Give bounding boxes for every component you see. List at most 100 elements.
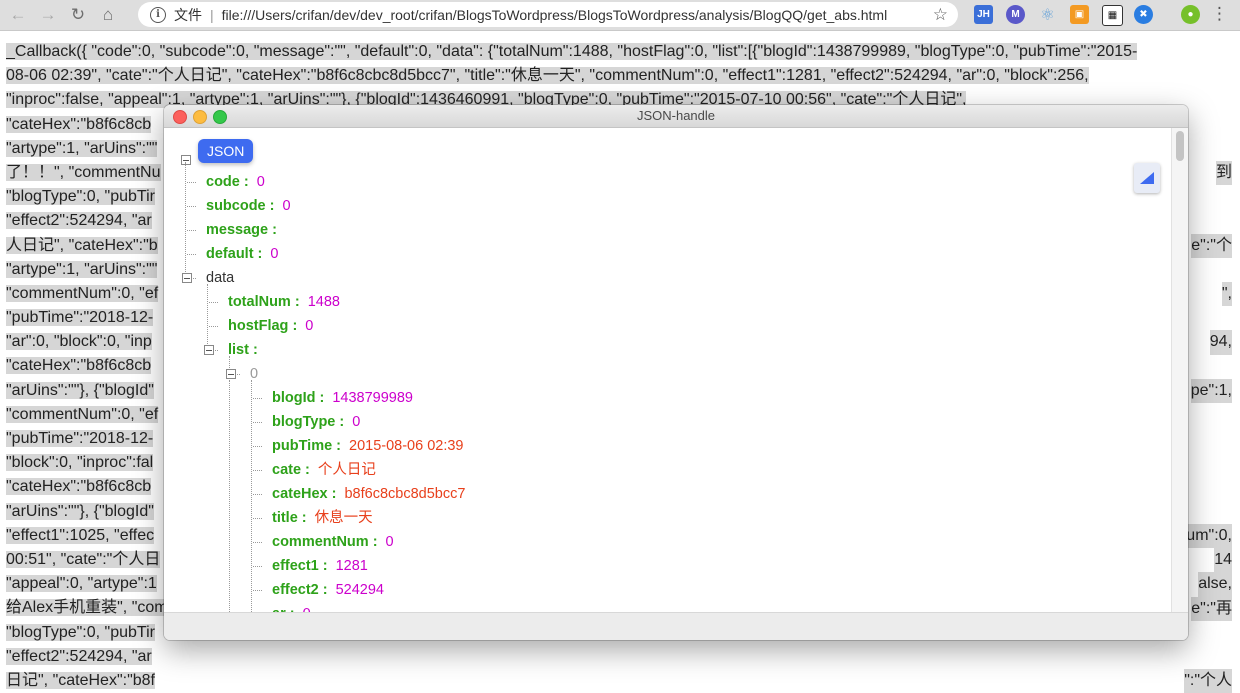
tree-row[interactable]: hostFlag : 0 — [228, 314, 313, 338]
info-icon[interactable]: i — [150, 6, 166, 23]
raw-line-tail: ":"个人 — [1184, 669, 1232, 693]
tree-key: 0 — [250, 366, 259, 382]
tree-guide-line — [253, 422, 262, 423]
tree-guide-line — [253, 446, 262, 447]
raw-line-tail: ", — [1221, 282, 1232, 307]
translate-icon[interactable]: ✖ — [1134, 5, 1153, 24]
tree-row[interactable]: 0 — [250, 362, 258, 386]
tree-value: 1488 — [307, 294, 340, 310]
tree-guide-line — [253, 566, 262, 567]
separator: | — [210, 6, 214, 23]
profile-avatar-icon[interactable]: ● — [1181, 5, 1200, 24]
tree-key: blogType : — [272, 414, 345, 430]
extension-m-icon[interactable]: M — [1006, 5, 1025, 24]
collapse-toggle-icon[interactable] — [226, 369, 236, 379]
tree-row[interactable]: effect1 : 1281 — [272, 554, 368, 578]
tree-value: 个人日记 — [317, 462, 376, 478]
scheme-label: 文件 — [174, 6, 202, 23]
collapse-toggle-icon[interactable] — [181, 155, 191, 165]
tree-value: 0 — [305, 318, 314, 334]
tree-row[interactable]: default : 0 — [206, 242, 278, 266]
bookmark-star-icon[interactable]: ☆ — [933, 5, 948, 25]
window-title: JSON-handle — [636, 108, 716, 123]
json-tree-view: JSON code : 0 subcode : 0 message : default :… — [164, 128, 1172, 613]
tree-row[interactable]: pubTime : 2015-08-06 02:39 — [272, 434, 464, 458]
tree-row[interactable]: subcode : 0 — [206, 194, 291, 218]
tree-row[interactable]: list : — [228, 338, 258, 362]
tree-row[interactable]: totalNum : 1488 — [228, 290, 340, 314]
tree-value: 0 — [385, 534, 394, 550]
tree-key: default : — [206, 246, 263, 262]
tree-value: 0 — [352, 414, 361, 430]
tree-key: hostFlag : — [228, 318, 298, 334]
raw-line-tail: 94, — [1209, 330, 1232, 355]
tree-row[interactable]: code : 0 — [206, 170, 265, 194]
raw-line-tail: pe":1, — [1190, 378, 1232, 403]
tree-guide-line — [251, 380, 252, 613]
tree-key: pubTime : — [272, 438, 342, 454]
collapse-toggle-icon[interactable] — [182, 273, 192, 283]
tree-value: 0 — [270, 246, 279, 262]
tree-guide-line — [187, 206, 196, 207]
tree-key: title : — [272, 510, 307, 526]
tree-value: 2015-08-06 02:39 — [349, 438, 464, 454]
tree-value: 524294 — [335, 582, 384, 598]
tree-guide-line — [187, 182, 196, 183]
tree-row[interactable]: cateHex : b8f6c8cbc8d5bcc7 — [272, 482, 465, 506]
tree-key: message : — [206, 222, 277, 238]
react-devtools-icon[interactable]: ⚛ — [1038, 5, 1057, 24]
tree-value: 0 — [282, 198, 291, 214]
tree-row[interactable]: title : 休息一天 — [272, 506, 373, 530]
tree-guide-line — [209, 326, 218, 327]
tree-guide-line — [187, 230, 196, 231]
raw-line: "effect2":524294, "ar — [6, 647, 152, 665]
tree-row[interactable]: data — [206, 266, 234, 290]
address-bar[interactable]: i 文件 | file:///Users/crifan/dev/dev_root… — [138, 2, 958, 27]
extension-x-icon[interactable]: ▣ — [1070, 5, 1089, 24]
json-root-node[interactable]: JSON — [198, 139, 254, 163]
json-handle-window: JSON-handle JSON code : 0 subcode : 0 messag… — [164, 105, 1188, 640]
qr-code-icon[interactable]: ▦ — [1102, 5, 1123, 26]
tree-key: effect2 : — [272, 582, 328, 598]
raw-line-tail: 14 — [1214, 548, 1232, 573]
reload-icon[interactable]: ↻ — [66, 3, 90, 27]
collapse-toggle-icon[interactable] — [204, 345, 214, 355]
raw-line: _Callback({ "code":0, "subcode":0, "mess… — [6, 43, 1138, 60]
menu-dots-icon[interactable]: ⋮ — [1211, 4, 1228, 24]
tree-row[interactable]: cate : 个人日记 — [272, 458, 376, 482]
tree-guide-line — [253, 590, 262, 591]
back-arrow-icon[interactable]: ← — [6, 3, 30, 27]
scrollbar-thumb[interactable] — [1176, 131, 1184, 161]
tree-row[interactable]: commentNum : 0 — [272, 530, 394, 554]
tree-value: 休息一天 — [314, 510, 373, 526]
tree-guide-line — [187, 254, 196, 255]
forward-arrow-icon[interactable]: → — [36, 3, 60, 27]
window-titlebar: JSON-handle — [164, 105, 1188, 128]
raw-line-tail: alse, — [1198, 572, 1232, 597]
tree-row[interactable]: blogType : 0 — [272, 410, 360, 434]
tree-row[interactable]: message : — [206, 218, 277, 242]
tree-key: totalNum : — [228, 294, 300, 310]
tree-row[interactable]: blogId : 1438799989 — [272, 386, 413, 410]
corner-toggle-button[interactable] — [1134, 163, 1160, 193]
tree-value: 1281 — [335, 558, 368, 574]
url-text[interactable]: file:///Users/crifan/dev/dev_root/crifan… — [222, 7, 888, 23]
tree-key: list : — [228, 342, 258, 358]
tree-row[interactable]: effect2 : 524294 — [272, 578, 384, 602]
tree-key: subcode : — [206, 198, 275, 214]
vertical-scrollbar[interactable] — [1171, 128, 1188, 613]
tree-key: code : — [206, 174, 249, 190]
home-icon[interactable]: ⌂ — [96, 3, 120, 27]
json-handle-extension-icon[interactable]: JH — [974, 5, 993, 24]
raw-line-tail: e":"个 — [1191, 233, 1232, 258]
tree-guide-line — [185, 162, 186, 278]
tree-value: 1438799989 — [332, 390, 413, 406]
tree-guide-line — [253, 542, 262, 543]
browser-toolbar: ← → ↻ ⌂ i 文件 | file:///Users/crifan/dev/… — [0, 0, 1240, 31]
raw-line: 日记", "cateHex":"b8f — [6, 671, 155, 689]
window-statusbar — [164, 612, 1188, 640]
raw-line-tail: um":0, — [1186, 524, 1232, 549]
raw-line-tail: e":"再 — [1191, 596, 1232, 621]
triangle-corner-icon — [1140, 172, 1154, 184]
raw-line-tail: 到 — [1215, 161, 1232, 186]
